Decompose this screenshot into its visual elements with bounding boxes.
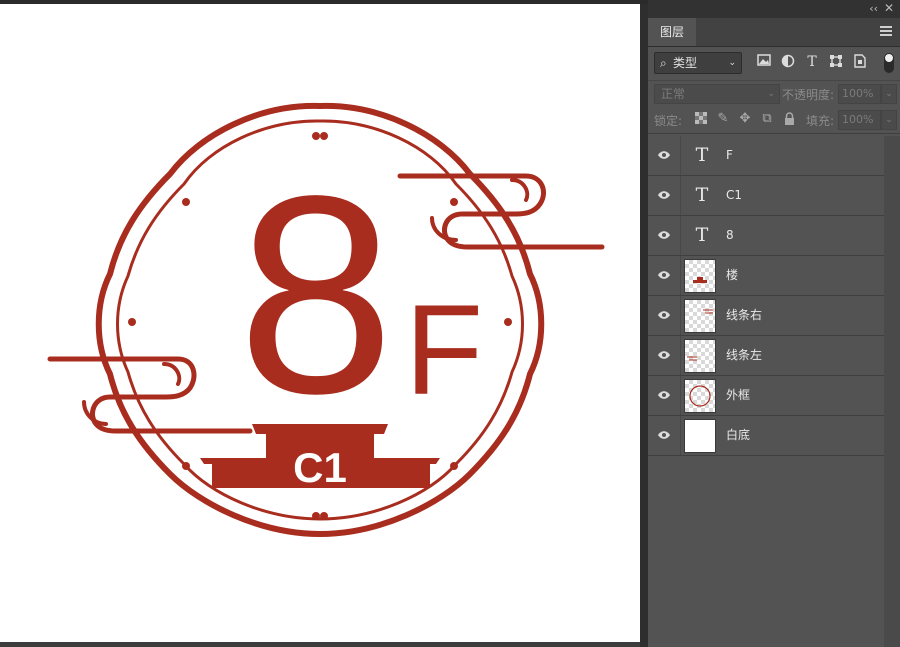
eye-icon[interactable] — [657, 350, 671, 360]
image-filter-icon[interactable] — [756, 54, 772, 70]
layer-name[interactable]: 外框 — [726, 376, 750, 415]
panel-header-bar: ‹‹ ✕ — [648, 0, 900, 18]
chevron-down-icon: ⌄ — [728, 58, 736, 68]
layer-name[interactable]: 8 — [726, 216, 734, 255]
layer-name[interactable]: C1 — [726, 176, 742, 215]
layer-thumbnail — [684, 419, 716, 453]
chevron-down-icon: ⌄ — [767, 89, 775, 99]
blend-mode-select[interactable]: 正常 ⌄ — [654, 84, 780, 104]
opacity-chevron-icon[interactable]: ⌄ — [881, 84, 897, 104]
layer-row-lines-right[interactable]: 线条右 — [648, 296, 884, 336]
close-icon[interactable]: ✕ — [884, 1, 894, 15]
layer-thumbnail — [684, 339, 716, 373]
panel-tabs: 图层 — [648, 18, 900, 47]
layer-thumbnail — [684, 299, 716, 333]
layer-name[interactable]: 线条右 — [726, 296, 762, 335]
eye-icon[interactable] — [657, 190, 671, 200]
tab-layers[interactable]: 图层 — [648, 18, 697, 46]
text-layer-icon: T — [695, 144, 709, 166]
adjustment-filter-icon[interactable] — [780, 54, 796, 70]
layer-row-white-background[interactable]: 白底 — [648, 416, 884, 456]
document-canvas-area[interactable]: 8 F C1 — [0, 4, 646, 647]
layers-scrollbar[interactable] — [884, 136, 900, 647]
opacity-field[interactable]: 100% — [838, 84, 881, 104]
logo-artwork: 8 F C1 — [47, 102, 605, 538]
badge-text: C1 — [293, 444, 347, 491]
fill-field[interactable]: 100% — [838, 110, 881, 130]
layer-name[interactable]: 楼 — [726, 256, 738, 295]
layer-row-lines-left[interactable]: 线条左 — [648, 336, 884, 376]
layer-row-f[interactable]: T F — [648, 136, 884, 176]
shape-filter-icon[interactable] — [828, 54, 844, 70]
layer-row-outer-frame[interactable]: 外框 — [648, 376, 884, 416]
filter-toggle[interactable] — [884, 53, 894, 73]
blend-row: 正常 ⌄ 不透明度: 100% ⌄ — [648, 80, 900, 107]
big-number-text: 8 — [238, 137, 395, 452]
lock-all-icon[interactable] — [782, 112, 796, 126]
fill-label: 填充: — [806, 114, 835, 128]
text-layer-icon: T — [695, 184, 709, 206]
collapse-icon[interactable]: ‹‹ — [869, 2, 878, 15]
lock-label: 锁定: — [654, 114, 683, 128]
filter-kind-select[interactable]: ⌕ 类型 ⌄ — [654, 52, 742, 74]
lock-row: 锁定: ✎ ✥ ⧉ 填充: 100% ⌄ — [648, 107, 900, 134]
layer-row-building[interactable]: 楼 — [648, 256, 884, 296]
floor-letter-text: F — [405, 279, 483, 422]
filter-kind-label: 类型 — [673, 56, 698, 70]
text-layer-icon: T — [695, 224, 709, 246]
layer-name[interactable]: 白底 — [726, 416, 750, 455]
eye-icon[interactable] — [657, 270, 671, 280]
cloud-right-top — [397, 173, 605, 250]
blend-mode-value: 正常 — [661, 87, 686, 101]
layers-list: T F T C1 T 8 楼 线条右 线条左 外框 白底 — [648, 136, 884, 456]
layer-filter-row: ⌕ 类型 ⌄ T — [648, 50, 900, 76]
opacity-label: 不透明度: — [782, 88, 835, 102]
layer-row-8[interactable]: T 8 — [648, 216, 884, 256]
panel-splitter[interactable] — [640, 4, 648, 647]
search-icon: ⌕ — [660, 56, 667, 70]
cloud-left-inner — [82, 362, 182, 426]
building-eaves-left — [200, 458, 268, 464]
layer-name[interactable]: F — [726, 136, 733, 175]
lock-image-icon[interactable]: ✎ — [716, 112, 730, 126]
layer-thumbnail — [684, 259, 716, 293]
panel-menu-icon[interactable] — [880, 26, 892, 36]
type-filter-icon[interactable]: T — [804, 54, 820, 70]
layers-panel: ‹‹ ✕ 图层 ⌕ 类型 ⌄ T 正常 ⌄ 不透明度: 100% ⌄ 锁定: ✎… — [648, 0, 900, 647]
eye-icon[interactable] — [657, 310, 671, 320]
lock-position-icon[interactable]: ✥ — [738, 112, 752, 126]
layer-name[interactable]: 线条左 — [726, 336, 762, 375]
eye-icon[interactable] — [657, 230, 671, 240]
lock-transparent-icon[interactable] — [694, 112, 708, 126]
eye-icon[interactable] — [657, 150, 671, 160]
building-eaves-right — [372, 458, 440, 464]
eye-icon[interactable] — [657, 390, 671, 400]
layer-thumbnail — [684, 379, 716, 413]
fill-chevron-icon[interactable]: ⌄ — [881, 110, 897, 130]
lock-artboard-icon[interactable]: ⧉ — [760, 112, 774, 126]
artboard[interactable]: 8 F C1 — [0, 4, 640, 642]
layer-row-c1[interactable]: T C1 — [648, 176, 884, 216]
eye-icon[interactable] — [657, 430, 671, 440]
smart-object-filter-icon[interactable] — [852, 54, 868, 70]
